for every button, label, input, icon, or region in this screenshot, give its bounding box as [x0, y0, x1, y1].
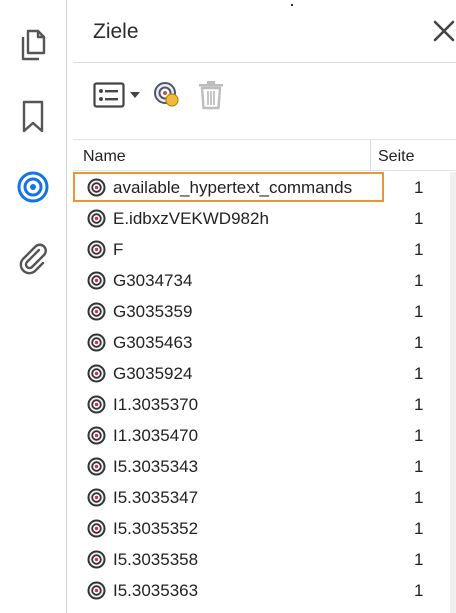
list-item[interactable]: G3035924 1 [73, 358, 456, 389]
list-item[interactable]: G3035463 1 [73, 327, 456, 358]
destination-name: G3035924 [113, 364, 193, 383]
destination-icon [87, 550, 106, 569]
chevron-down-icon [130, 92, 140, 98]
destination-icon [87, 240, 106, 259]
destination-icon [87, 271, 106, 290]
list-item[interactable]: F1 [73, 234, 456, 265]
destinations-panel: Ziele Name Seite available_hypertext_com… [67, 0, 456, 613]
destination-page: 1 [414, 581, 424, 600]
close-button[interactable] [431, 18, 456, 44]
destination-name: G3034734 [113, 271, 193, 290]
column-header-page[interactable]: Seite [378, 148, 414, 166]
panel-toolbar [67, 62, 456, 128]
destination-page: 1 [414, 271, 424, 290]
destination-name: F [113, 240, 124, 259]
destination-icon [87, 178, 106, 197]
list-header: Name Seite [73, 139, 456, 171]
list-item[interactable]: I5.3035352 1 [73, 513, 456, 544]
list-item[interactable]: G3035359 1 [73, 296, 456, 327]
destination-page: 1 [414, 550, 424, 569]
destination-name: G3035359 [113, 302, 193, 321]
close-icon [433, 20, 455, 42]
destination-name: I1.3035470 [113, 426, 199, 445]
destination-page: 1 [414, 457, 424, 476]
destination-icon [87, 395, 106, 414]
attachment-icon [19, 243, 47, 275]
list-item[interactable]: I5.3035358 1 [73, 544, 456, 575]
destination-name: I5.3035352 [113, 519, 199, 538]
bookmark-icon [22, 100, 44, 133]
trash-icon [199, 81, 223, 110]
destination-name: G3035463 [113, 333, 193, 352]
column-separator[interactable] [370, 140, 371, 170]
destinations-button[interactable] [10, 164, 56, 210]
destination-name: I5.3035358 [113, 550, 199, 569]
scrollbar[interactable] [450, 172, 456, 613]
bookmarks-button[interactable] [10, 94, 56, 140]
destination-icon [87, 364, 106, 383]
navigation-rail [0, 0, 67, 613]
destination-page: 1 [414, 364, 424, 383]
destination-icon [87, 426, 106, 445]
attachments-button[interactable] [10, 236, 56, 282]
destination-icon [87, 333, 106, 352]
destination-name: I5.3035363 [113, 581, 199, 600]
destinations-icon [17, 171, 49, 203]
destination-name: I5.3035347 [113, 488, 199, 507]
destination-icon [87, 581, 106, 600]
list-item[interactable]: I5.3035343 1 [73, 451, 456, 482]
options-menu-button[interactable] [93, 78, 141, 112]
destination-name: I1.3035370 [113, 395, 199, 414]
destination-icon [87, 457, 106, 476]
pages-button[interactable] [10, 22, 56, 68]
list-item[interactable]: available_hypertext_commands 1 [73, 172, 456, 203]
list-item[interactable]: I5.3035363 1 [73, 575, 456, 606]
list-item[interactable]: E.idbxzVEKWD982h 1 [73, 203, 456, 234]
destination-page: 1 [414, 240, 424, 259]
destination-name: available_hypertext_commands [113, 178, 353, 197]
list-item[interactable]: I1.3035470 1 [73, 420, 456, 451]
pages-icon [21, 29, 46, 61]
destination-page: 1 [414, 395, 424, 414]
destination-page: 1 [414, 178, 424, 197]
destination-icon [87, 488, 106, 507]
destination-page: 1 [414, 426, 424, 445]
panel-title: Ziele [93, 20, 139, 43]
destination-icon [87, 302, 106, 321]
options-list-icon [93, 82, 125, 108]
destination-page: 1 [414, 209, 424, 228]
destination-page: 1 [414, 519, 424, 538]
destination-page: 1 [414, 488, 424, 507]
destination-icon [87, 519, 106, 538]
destination-page: 1 [414, 302, 424, 321]
column-header-name[interactable]: Name [83, 148, 126, 166]
destinations-list: available_hypertext_commands 1 E.idbxzVEKW… [73, 172, 456, 606]
destination-name: I5.3035343 [113, 457, 199, 476]
list-item[interactable]: I1.3035370 1 [73, 389, 456, 420]
delete-button[interactable] [197, 78, 225, 112]
destination-page: 1 [414, 333, 424, 352]
destination-icon [87, 209, 106, 228]
list-item[interactable]: G3034734 1 [73, 265, 456, 296]
scan-document-icon [154, 82, 179, 107]
destination-name: E.idbxzVEKWD982h [113, 209, 269, 228]
list-item[interactable]: I5.3035347 1 [73, 482, 456, 513]
scan-document-button[interactable] [153, 78, 181, 112]
